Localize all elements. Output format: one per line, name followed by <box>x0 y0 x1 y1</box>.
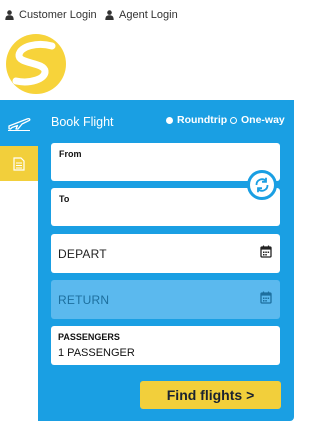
calendar-icon <box>260 291 272 304</box>
user-icon <box>105 10 114 20</box>
agent-login-label: Agent Login <box>119 9 178 21</box>
user-icon <box>5 10 14 20</box>
passengers-label: PASSENGERS <box>58 332 120 342</box>
airplane-icon <box>8 118 31 131</box>
radio-unselected-icon <box>230 116 237 124</box>
tab-flights[interactable] <box>0 100 38 146</box>
to-label: To <box>59 194 70 204</box>
tab-documents[interactable] <box>0 146 38 181</box>
one-way-radio[interactable]: One-way <box>230 114 285 126</box>
from-label: From <box>59 149 82 159</box>
radio-selected-icon <box>166 116 173 124</box>
booking-panel: Book Flight Roundtrip One-way From To DE… <box>38 100 294 421</box>
swap-icon <box>255 177 269 193</box>
return-date-field[interactable]: RETURN <box>51 280 280 319</box>
roundtrip-label: Roundtrip <box>177 114 228 126</box>
to-field[interactable]: To <box>51 188 280 226</box>
depart-label: DEPART <box>58 247 107 261</box>
calendar-icon <box>260 245 272 258</box>
customer-login-label: Customer Login <box>19 9 97 21</box>
side-tabs <box>0 100 38 181</box>
top-bar: Customer Login Agent Login <box>0 0 300 32</box>
agent-login-link[interactable]: Agent Login <box>105 9 178 21</box>
find-flights-button[interactable]: Find flights > <box>140 381 281 409</box>
company-logo[interactable] <box>4 32 68 96</box>
roundtrip-radio[interactable]: Roundtrip <box>166 114 227 126</box>
swap-button[interactable] <box>247 170 277 200</box>
panel-title: Book Flight <box>51 115 114 129</box>
one-way-label: One-way <box>241 114 285 126</box>
return-label: RETURN <box>58 293 110 307</box>
passengers-value: 1 PASSENGER <box>58 347 135 359</box>
passengers-field[interactable]: PASSENGERS 1 PASSENGER <box>51 326 280 365</box>
from-field[interactable]: From <box>51 143 280 181</box>
document-icon <box>13 156 25 171</box>
depart-date-field[interactable]: DEPART <box>51 234 280 273</box>
customer-login-link[interactable]: Customer Login <box>5 9 97 21</box>
